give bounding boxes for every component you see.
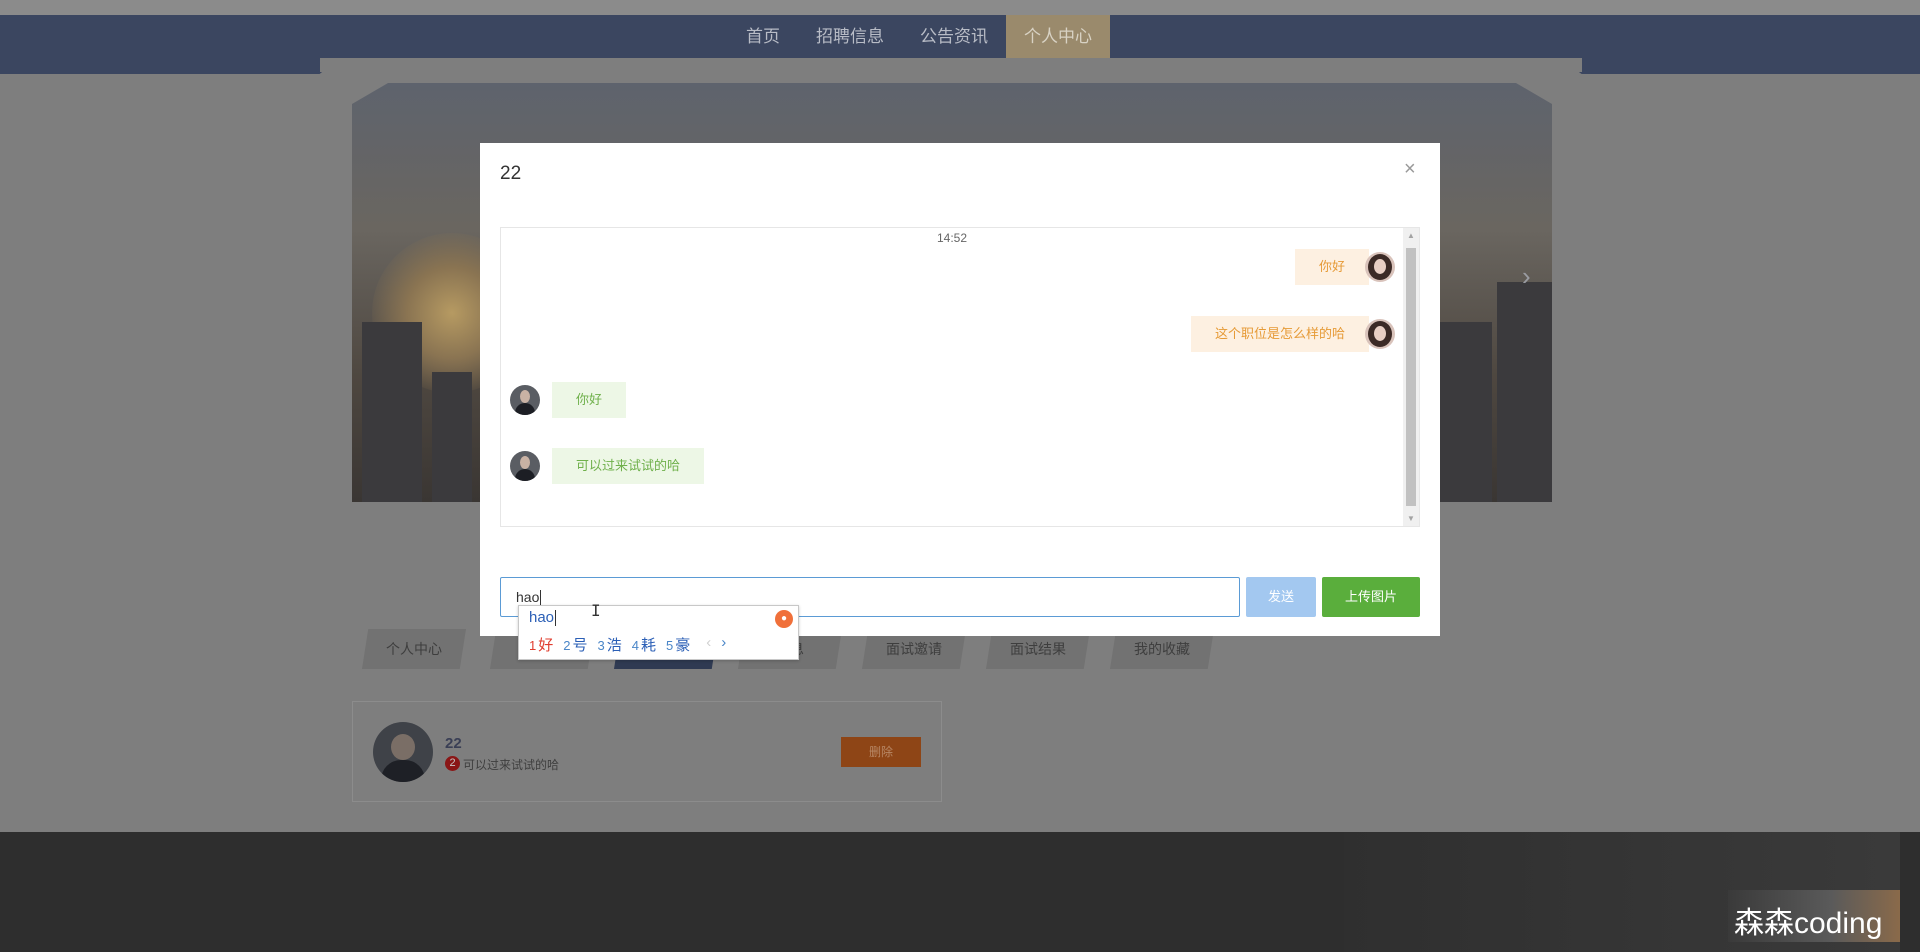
chat-bubble-outgoing: 这个职位是怎么样的哈 — [1190, 316, 1369, 352]
chat-history[interactable]: 14:52 你好 这个职位是怎么样的哈 你好 可以过来试试的哈 ▲ ▼ — [500, 227, 1420, 527]
top-strip — [0, 0, 1920, 15]
ime-composition-text: hao — [529, 609, 555, 626]
ime-prev-page-icon[interactable]: ‹ — [706, 634, 711, 655]
modal-title: 22 — [500, 163, 522, 184]
watermark: 森森coding — [1734, 907, 1883, 940]
send-button[interactable]: 发送 — [1246, 577, 1316, 617]
avatar — [510, 385, 540, 415]
text-caret — [540, 590, 542, 607]
navbar-wing-right — [1560, 58, 1920, 74]
ime-composition: hao — [529, 609, 557, 627]
chat-bubble-incoming: 可以过来试试的哈 — [552, 448, 705, 484]
ime-candidate[interactable]: 2号 — [563, 634, 587, 655]
ime-candidate[interactable]: 4耗 — [632, 634, 656, 655]
ime-logo-icon[interactable]: ● — [775, 610, 793, 628]
chevron-right-icon[interactable]: › — [1522, 261, 1531, 292]
avatar — [510, 451, 540, 481]
upload-image-button[interactable]: 上传图片 — [1322, 577, 1420, 617]
banner-building — [1432, 322, 1492, 502]
close-icon[interactable]: × — [1404, 159, 1416, 179]
chat-modal: 22 × 14:52 你好 这个职位是怎么样的哈 你好 可以过来试试的哈 ▲ ▼… — [480, 143, 1440, 636]
nav-item-news[interactable]: 公告资讯 — [902, 15, 1006, 58]
mouse-cursor-icon: I — [591, 601, 601, 620]
scroll-up-icon[interactable]: ▲ — [1403, 231, 1419, 240]
tab-profile[interactable]: 个人中心 — [362, 629, 466, 669]
avatar — [1365, 319, 1395, 349]
nav-item-profile[interactable]: 个人中心 — [1006, 15, 1110, 58]
banner-building — [432, 372, 472, 502]
text-caret — [555, 610, 557, 627]
banner-building — [362, 322, 422, 502]
ime-candidate[interactable]: 3浩 — [598, 634, 622, 655]
chat-timestamp: 14:52 — [936, 231, 968, 245]
unread-badge: 2 — [445, 756, 460, 771]
scroll-thumb[interactable] — [1406, 248, 1416, 506]
navbar-wing-left — [0, 58, 340, 74]
message-preview: 可以过来试试的哈 — [463, 758, 560, 772]
nav-menu: 首页 招聘信息 公告资讯 个人中心 — [728, 15, 1110, 58]
message-input-value: hao — [516, 589, 540, 605]
chat-scrollbar[interactable]: ▲ ▼ — [1403, 228, 1419, 526]
ime-candidate-window: hao ● 1好 2号 3浩 4耗 5豪 ‹ › — [518, 605, 799, 660]
chat-bubble-incoming: 你好 — [552, 382, 627, 418]
ime-candidates: 1好 2号 3浩 4耗 5豪 ‹ › — [529, 634, 726, 655]
contact-name: 22 — [445, 735, 462, 752]
scroll-down-icon[interactable]: ▼ — [1403, 514, 1419, 523]
nav-item-home[interactable]: 首页 — [728, 15, 798, 58]
ime-candidate[interactable]: 1好 — [529, 634, 553, 655]
nav-item-jobs[interactable]: 招聘信息 — [798, 15, 902, 58]
ime-next-page-icon[interactable]: › — [721, 634, 726, 655]
delete-button[interactable]: 删除 — [841, 737, 921, 767]
chat-bubble-outgoing: 你好 — [1294, 249, 1369, 285]
message-card[interactable]: 22 2 可以过来试试的哈 删除 — [352, 701, 942, 802]
navbar-under — [320, 58, 1582, 72]
avatar — [373, 722, 433, 782]
ime-candidate[interactable]: 5豪 — [666, 634, 690, 655]
avatar — [1365, 252, 1395, 282]
banner-building — [1497, 282, 1552, 502]
